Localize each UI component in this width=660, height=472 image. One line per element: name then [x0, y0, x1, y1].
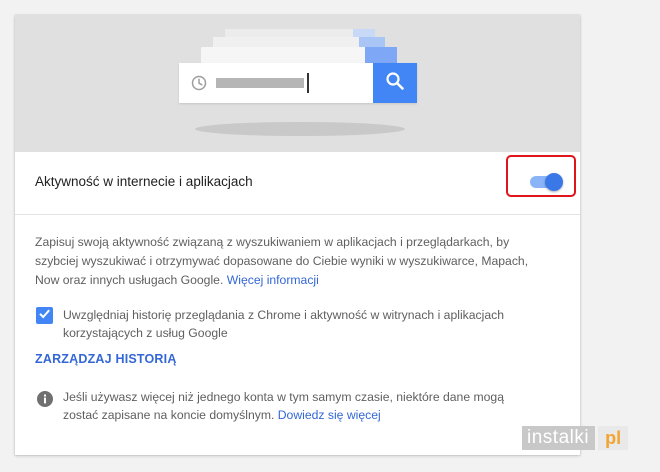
manage-history-link[interactable]: ZARZĄDZAJ HISTORIĄ: [35, 352, 177, 366]
web-app-activity-title: Aktywność w internecie i aplikacjach: [35, 174, 253, 189]
text-cursor: [307, 73, 309, 93]
more-info-link[interactable]: Więcej informacji: [227, 273, 319, 287]
toggle-thumb[interactable]: [545, 173, 563, 191]
watermark: instalki pl: [522, 426, 660, 450]
multi-account-note: Jeśli używasz więcej niż jednego konta w…: [63, 388, 533, 424]
clock-icon: [191, 75, 207, 91]
chrome-history-checkbox[interactable]: [36, 307, 53, 324]
watermark-brand: instalki: [522, 426, 596, 450]
search-illustration: [15, 15, 580, 152]
watermark-suffix: pl: [598, 426, 629, 450]
chrome-history-label[interactable]: Uwzględniaj historię przeglądania z Chro…: [63, 306, 533, 342]
illustration-shadow: [195, 122, 405, 136]
info-icon: [36, 390, 54, 408]
illustration-search-bar: [179, 63, 417, 103]
learn-more-link[interactable]: Dowiedz się więcej: [278, 408, 381, 422]
checkmark-icon: [38, 307, 51, 325]
search-placeholder: [216, 78, 304, 88]
settings-card: Aktywność w internecie i aplikacjach Zap…: [15, 15, 580, 455]
search-icon: [385, 71, 405, 96]
activity-description: Zapisuj swoją aktywność związaną z wyszu…: [35, 233, 545, 290]
illustration-search-button: [373, 63, 417, 103]
web-app-activity-row: Aktywność w internecie i aplikacjach: [15, 152, 580, 215]
